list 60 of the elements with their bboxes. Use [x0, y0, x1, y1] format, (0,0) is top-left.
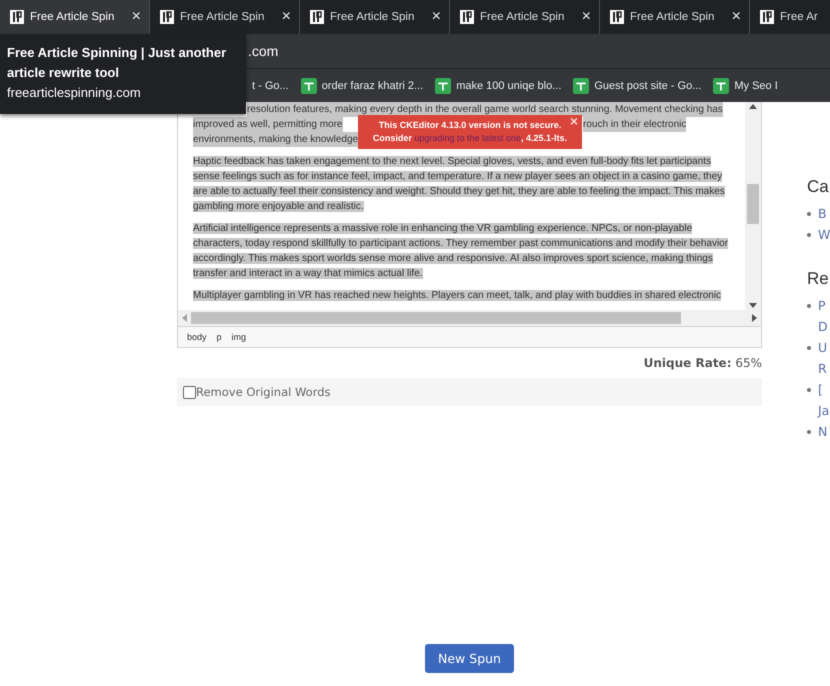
bullet-icon [807, 346, 811, 350]
bullet-icon [807, 430, 811, 434]
scrollbar-thumb[interactable] [191, 312, 681, 324]
sidebar-heading: Re [807, 268, 827, 290]
bullet-icon [807, 304, 811, 308]
tooltip-url: freearticlespinning.com [7, 84, 142, 102]
spreadsheet-icon [573, 78, 590, 94]
spreadsheet-icon [435, 78, 452, 94]
unique-rate: Unique Rate: 65% [642, 356, 762, 370]
checkbox-label[interactable]: Remove Original Words [196, 385, 331, 399]
sidebar-link[interactable]: P D [818, 295, 828, 337]
sidebar-link[interactable]: W [818, 224, 830, 245]
sidebar-link[interactable]: B [818, 203, 827, 224]
editor-paragraph: Multiplayer gambling in VR has reached new heights. Players can meet, talk, and play with buddies in shared electronic [193, 289, 722, 303]
down-arrow-icon[interactable] [749, 303, 757, 308]
page-icon [160, 10, 174, 24]
browser-tab[interactable]: Free Article Spin × [0, 0, 150, 34]
spreadsheet-icon [300, 78, 317, 94]
element-path-item[interactable]: p [216, 332, 222, 342]
new-spun-button[interactable]: New Spun [425, 644, 514, 673]
scrollbar-thumb[interactable] [747, 184, 759, 224]
editor-text: environments, making the knowledge [193, 132, 358, 147]
up-arrow-icon[interactable] [749, 104, 757, 109]
bookmark[interactable]: My Seo I [713, 78, 778, 94]
editor-text: resolution features, making every depth in the overall game world search stunning. Movement checking has [247, 102, 723, 117]
page-icon [310, 10, 324, 24]
close-icon[interactable]: × [282, 8, 291, 26]
editor-text: improved as well, permitting more [193, 117, 342, 132]
right-arrow-icon[interactable] [752, 314, 757, 322]
bookmark[interactable]: make 100 uniqe blo... [435, 78, 562, 94]
sidebar-link[interactable]: N [818, 421, 828, 442]
page-icon [760, 10, 774, 24]
address-bar[interactable]: .com [248, 43, 278, 59]
editor-paragraph: Artificial intelligence represents a massive role in enhancing the VR gambling experience. NPCs, or non-playable characters, today respond skillfully to participant actions. They remember past communications and modify their behavior accordingly. This makes sport worlds sense more alive and responsive. AI also improves sport science, making things transfer and interact in a way that mimics actual life. [193, 222, 730, 281]
element-path-item[interactable]: body [187, 332, 207, 342]
bookmark[interactable]: Guest post site - Go... [573, 78, 702, 94]
checkbox[interactable] [183, 386, 196, 398]
bullet-icon [807, 388, 811, 392]
editor-text: rouch in their electronic [583, 117, 686, 132]
bookmark[interactable]: t - Go... [252, 80, 289, 92]
close-icon[interactable]: × [732, 8, 741, 26]
close-icon[interactable]: × [432, 8, 441, 26]
element-path-item[interactable]: img [232, 332, 246, 342]
vertical-scrollbar[interactable] [745, 102, 761, 310]
sidebar-link[interactable]: [ Ja [818, 379, 830, 421]
sidebar-heading: Ca [807, 176, 827, 198]
close-icon[interactable]: × [582, 8, 591, 26]
close-icon[interactable]: × [132, 8, 141, 26]
spreadsheet-icon [713, 78, 730, 94]
page-icon [460, 10, 474, 24]
bullet-icon [807, 233, 811, 237]
notification-text: This CKEditor 4.13.0 version is not secure. Consider upgrading to the latest one, 4.25.1-lts. [372, 120, 568, 143]
page-icon [610, 10, 624, 24]
horizontal-scrollbar[interactable] [178, 310, 761, 326]
sidebar-link[interactable]: U R [818, 337, 828, 379]
page-icon [10, 10, 24, 24]
left-arrow-icon[interactable] [182, 314, 187, 322]
editor-paragraph: Haptic feedback has taken engagement to the next level. Special gloves, vests, and even full-body fits let participants sense feelings such as for instance feel, impact, and temperature. If a new player sees an object in a casino game, they are able to actually feel their consistency and weight. Should they get hit, they are able to feeling the impact. This makes gambling more enjoyable and realistic. [193, 155, 726, 214]
bullet-icon [807, 212, 811, 216]
bookmark[interactable]: order faraz khatri 2... [300, 78, 424, 94]
